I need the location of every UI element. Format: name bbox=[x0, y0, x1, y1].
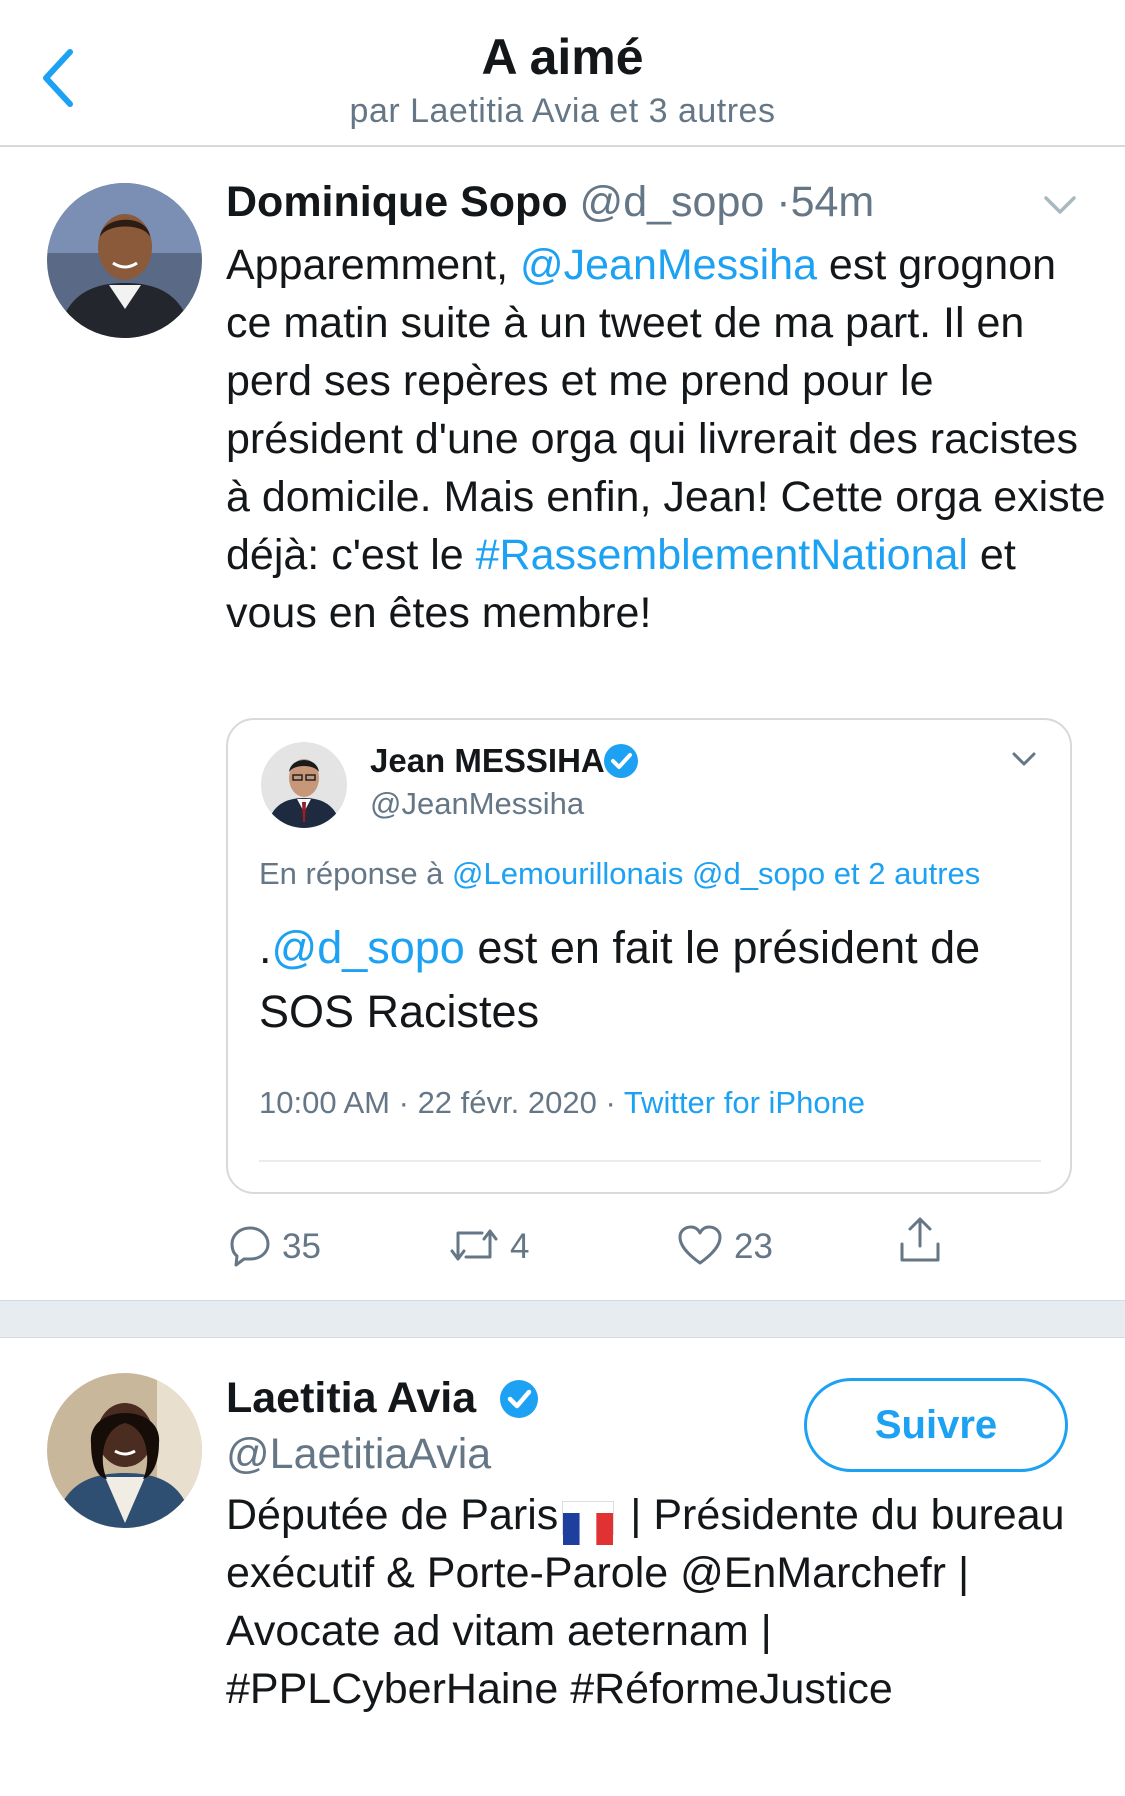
avatar[interactable] bbox=[47, 1373, 202, 1528]
like-button[interactable]: 23 bbox=[676, 1222, 773, 1272]
tweet-header: Dominique Sopo @d_sopo ·54m bbox=[226, 178, 874, 227]
verified-badge-icon bbox=[602, 742, 640, 780]
quoted-text-part: . bbox=[259, 922, 272, 973]
like-count: 23 bbox=[734, 1227, 773, 1266]
meta-separator: · bbox=[605, 1085, 616, 1120]
retweet-count: 4 bbox=[510, 1227, 530, 1266]
time-separator: · bbox=[776, 178, 791, 226]
divider bbox=[259, 1160, 1041, 1162]
reply-context: En réponse à @Lemourillonais @d_sopo et … bbox=[259, 856, 980, 892]
quoted-author-name[interactable]: Jean MESSIHA bbox=[370, 742, 605, 780]
retweet-button[interactable]: 4 bbox=[448, 1222, 529, 1272]
quoted-time: 10:00 AM bbox=[259, 1085, 390, 1120]
tweet-text: Apparemment, @JeanMessiha est grognon ce… bbox=[226, 236, 1106, 642]
mention-link[interactable]: @d_sopo bbox=[272, 922, 465, 973]
chevron-down-icon[interactable] bbox=[1010, 748, 1038, 770]
chevron-down-icon[interactable] bbox=[1040, 190, 1080, 220]
navigation-header: A aimé par Laetitia Avia et 3 autres bbox=[0, 0, 1125, 147]
share-icon bbox=[896, 1216, 944, 1271]
reply-mentions[interactable]: @Lemourillonais @d_sopo bbox=[452, 856, 825, 891]
bio-part: Députée de Paris bbox=[226, 1491, 559, 1539]
user-name[interactable]: Laetitia Avia bbox=[226, 1374, 476, 1423]
avatar[interactable] bbox=[261, 742, 347, 828]
hashtag-link[interactable]: #RassemblementNational bbox=[476, 531, 968, 579]
reply-count: 35 bbox=[282, 1227, 321, 1266]
tweet-text-part: Apparemment, bbox=[226, 241, 520, 289]
follow-button[interactable]: Suivre bbox=[804, 1378, 1068, 1472]
reply-button[interactable]: 35 bbox=[228, 1222, 321, 1272]
heart-icon bbox=[676, 1223, 724, 1272]
source-link[interactable]: Twitter for iPhone bbox=[624, 1085, 865, 1120]
retweet-icon bbox=[448, 1223, 500, 1272]
tweet-time: 54m bbox=[790, 178, 875, 226]
reply-others[interactable]: et 2 autres bbox=[825, 856, 980, 891]
page-subtitle: par Laetitia Avia et 3 autres bbox=[349, 92, 776, 130]
section-separator bbox=[0, 1300, 1125, 1338]
quoted-tweet-meta: 10:00 AM · 22 févr. 2020 · Twitter for i… bbox=[259, 1085, 865, 1121]
quoted-tweet-text: .@d_sopo est en fait le président de SOS… bbox=[259, 916, 1039, 1044]
author-name[interactable]: Dominique Sopo bbox=[226, 178, 568, 226]
page-title: A aimé bbox=[481, 29, 644, 85]
quoted-tweet-card[interactable]: Jean MESSIHA @JeanMessiha En réponse à @… bbox=[226, 718, 1072, 1194]
quoted-author-handle[interactable]: @JeanMessiha bbox=[370, 786, 584, 822]
avatar[interactable] bbox=[47, 183, 202, 338]
author-handle[interactable]: @d_sopo bbox=[580, 178, 765, 226]
tweet-text-part: est grognon ce matin suite à un tweet de… bbox=[226, 241, 1106, 579]
share-button[interactable] bbox=[896, 1216, 944, 1271]
user-handle[interactable]: @LaetitiaAvia bbox=[226, 1430, 491, 1479]
verified-badge-icon bbox=[498, 1378, 540, 1420]
meta-separator: · bbox=[398, 1085, 409, 1120]
quoted-date: 22 févr. 2020 bbox=[417, 1085, 597, 1120]
reply-icon bbox=[228, 1223, 272, 1272]
mention-link[interactable]: @JeanMessiha bbox=[520, 241, 817, 289]
french-flag-icon bbox=[562, 1500, 615, 1545]
user-bio: Députée de Paris | Présidente du bureau … bbox=[226, 1486, 1106, 1718]
reply-prefix: En réponse à bbox=[259, 856, 453, 891]
